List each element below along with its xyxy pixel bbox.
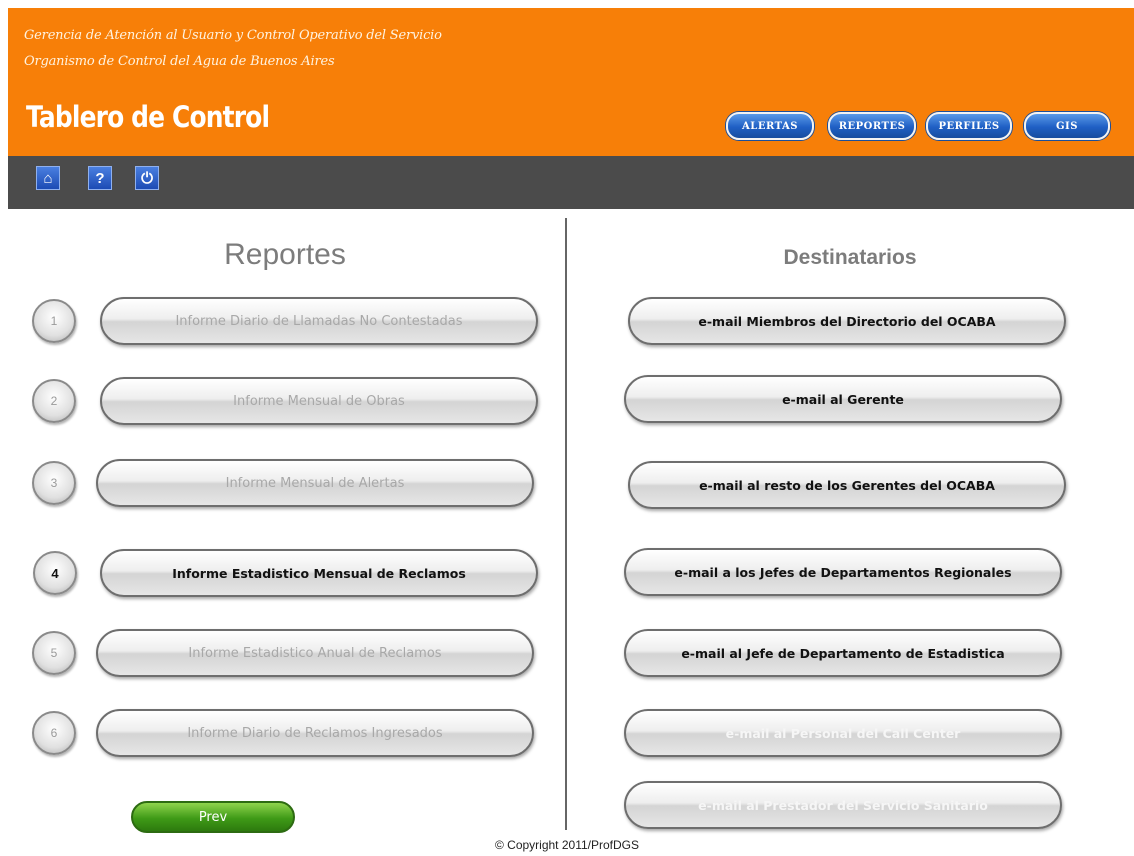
report-button-3[interactable]: Informe Mensual de Alertas (96, 459, 534, 507)
report-number-5[interactable]: 5 (32, 631, 76, 675)
recipient-button-directorio[interactable]: e-mail Miembros del Directorio del OCABA (628, 297, 1066, 345)
recipient-button-prestador[interactable]: e-mail al Prestador del Servicio Sanitar… (624, 781, 1062, 829)
help-icon[interactable]: ? (88, 166, 112, 190)
power-icon[interactable]: ⏻ (135, 166, 159, 190)
recipient-button-gerentes[interactable]: e-mail al resto de los Gerentes del OCAB… (628, 461, 1066, 509)
report-button-1[interactable]: Informe Diario de Llamadas No Contestada… (100, 297, 538, 345)
prev-button[interactable]: Prev (131, 801, 295, 833)
header-bar: Gerencia de Atención al Usuario y Contro… (8, 8, 1134, 156)
recipient-button-jefe-estadistica[interactable]: e-mail al Jefe de Departamento de Estadi… (624, 629, 1062, 677)
report-button-6[interactable]: Informe Diario de Reclamos Ingresados (96, 709, 534, 757)
report-number-6[interactable]: 6 (32, 711, 76, 755)
report-button-5[interactable]: Informe Estadistico Anual de Reclamos (96, 629, 534, 677)
home-icon[interactable]: ⌂ (36, 166, 60, 190)
report-button-2[interactable]: Informe Mensual de Obras (100, 377, 538, 425)
copyright-text: © Copyright 2011/ProfDGS (494, 838, 640, 852)
nav-gis-button[interactable]: GIS (1024, 112, 1110, 140)
nav-alertas-button[interactable]: ALERTAS (726, 112, 814, 140)
report-number-2[interactable]: 2 (32, 379, 76, 423)
recipient-button-call-center[interactable]: e-mail al Personal del Call Center (624, 709, 1062, 757)
destinatarios-title: Destinatarios (783, 246, 917, 269)
reportes-title: Reportes (224, 238, 346, 271)
toolbar: ⌂ ? ⏻ (8, 156, 1134, 209)
report-number-3[interactable]: 3 (32, 461, 76, 505)
report-button-4[interactable]: Informe Estadistico Mensual de Reclamos (100, 549, 538, 597)
recipient-button-jefes-regionales[interactable]: e-mail a los Jefes de Departamentos Regi… (624, 548, 1062, 596)
nav-reportes-button[interactable]: REPORTES (828, 112, 916, 140)
recipient-button-gerente[interactable]: e-mail al Gerente (624, 375, 1062, 423)
app-title: Tablero de Control (26, 100, 270, 134)
report-number-1[interactable]: 1 (32, 299, 76, 343)
nav-perfiles-button[interactable]: PERFILES (926, 112, 1012, 140)
column-divider (565, 218, 567, 830)
header-subtitle-line2: Organismo de Control del Agua de Buenos … (24, 54, 335, 69)
header-subtitle-line1: Gerencia de Atención al Usuario y Contro… (24, 28, 442, 43)
report-number-4[interactable]: 4 (33, 551, 77, 595)
